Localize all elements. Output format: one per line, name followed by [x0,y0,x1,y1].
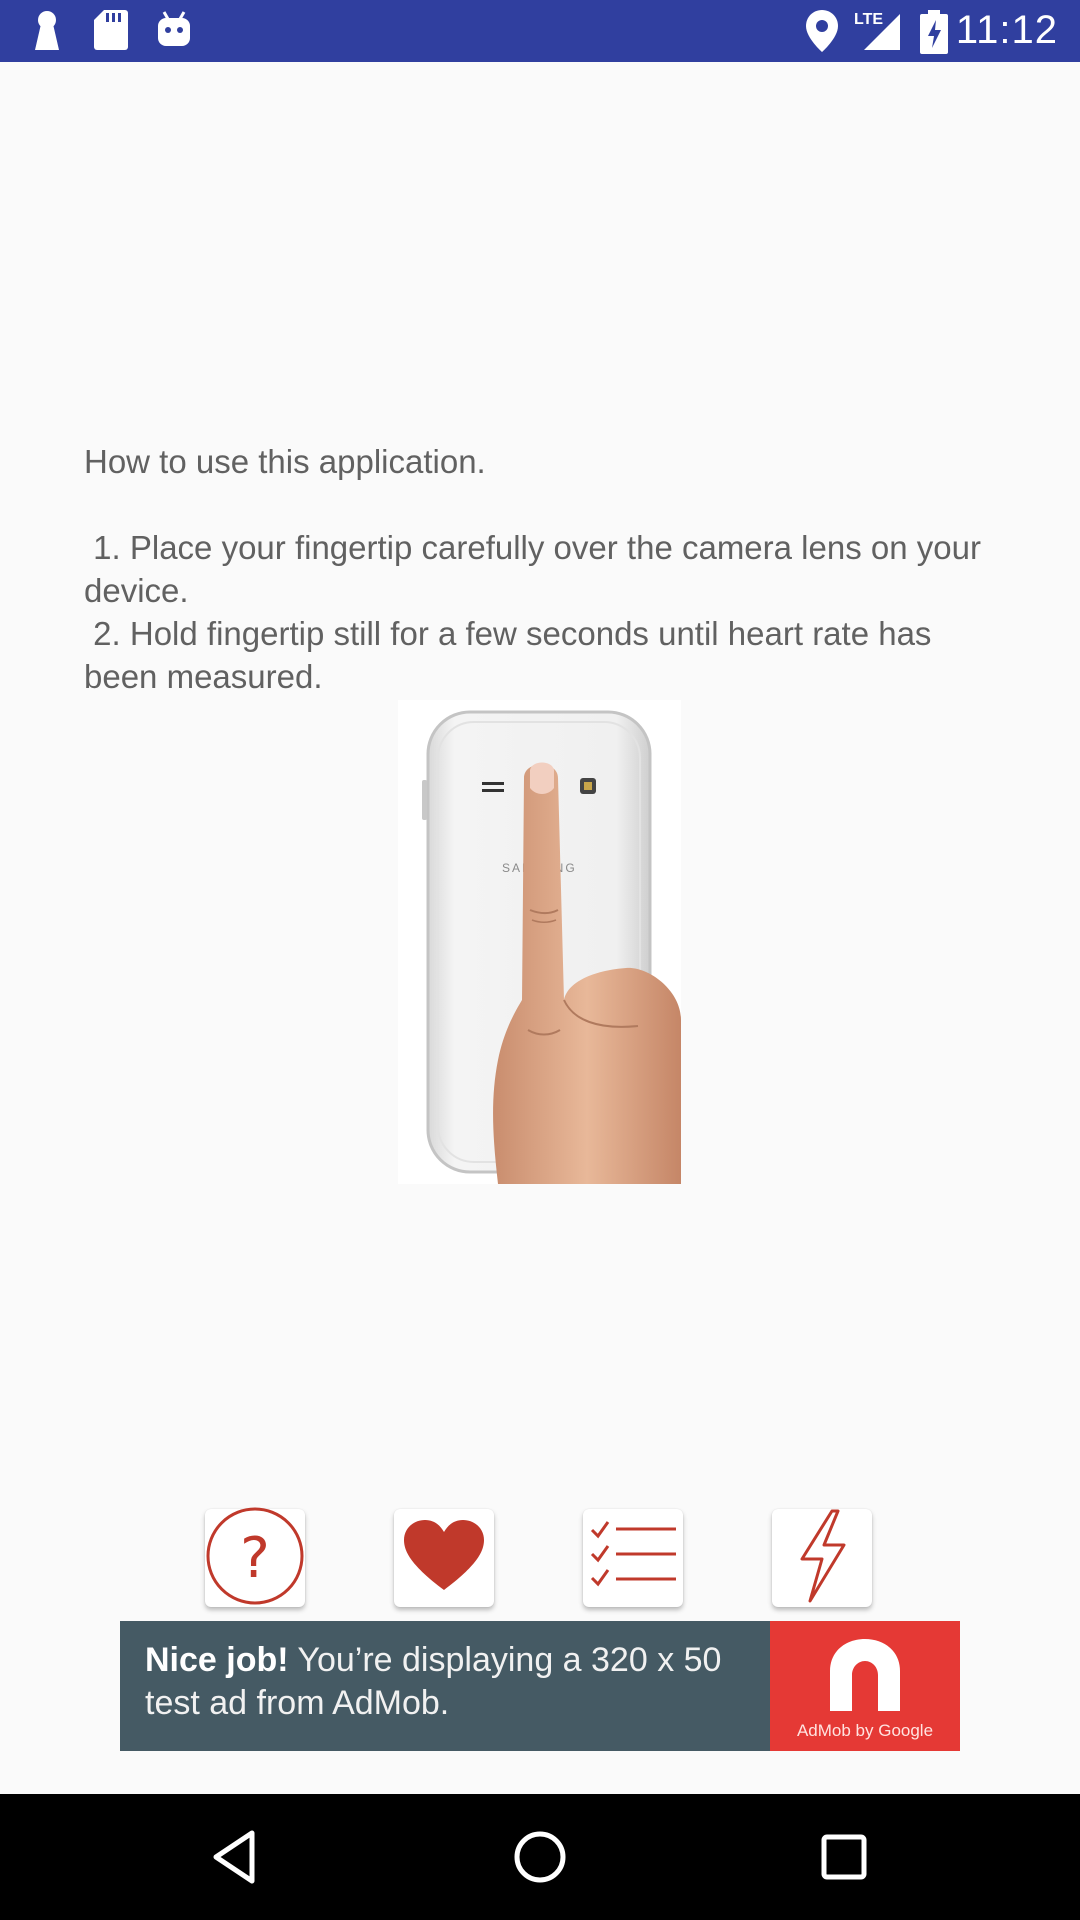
instruction-step-1: 1. Place your fingertip carefully over t… [84,529,991,609]
ad-text-bold: Nice job! [145,1641,289,1679]
checklist-icon [588,1516,678,1600]
admob-logo-panel: AdMob by Google [770,1621,960,1751]
admob-logo-caption: AdMob by Google [796,1721,934,1740]
heart-icon [404,1520,484,1596]
svg-text:?: ? [240,1526,270,1591]
battery-charging-icon [920,10,948,58]
ad-text: Nice job! You’re displaying a 320 x 50 t… [145,1639,765,1725]
recents-icon[interactable] [814,1827,874,1887]
question-circle-icon: ? [205,1507,305,1609]
instructions-heading: How to use this application. [84,443,486,480]
signal-icon: LTE [852,6,902,56]
measure-heart-rate-button[interactable] [394,1509,494,1607]
home-icon[interactable] [510,1827,570,1887]
finger-on-camera-illustration: SAMSUNG [398,700,681,1184]
admob-logo-icon [822,1635,908,1719]
android-icon [156,10,192,54]
keyhole-icon [32,10,62,56]
navigation-bar [0,1794,1080,1920]
sd-card-icon [94,10,128,54]
location-icon [806,10,838,56]
instruction-step-2: 2. Hold fingertip still for a few second… [84,615,941,695]
status-bar: LTE 11:12 [0,0,1080,62]
screen: LTE 11:12 How to use this application. 1… [0,0,1080,1920]
lightning-icon [792,1509,852,1607]
status-time: 11:12 [955,8,1058,52]
back-icon[interactable] [206,1827,266,1887]
flash-button[interactable] [772,1509,872,1607]
ad-banner[interactable]: Nice job! You’re displaying a 320 x 50 t… [120,1621,960,1751]
help-button[interactable]: ? [205,1507,305,1609]
network-label: LTE [854,11,883,28]
instructions-text: How to use this application. 1. Place yo… [84,440,1004,698]
history-button[interactable] [583,1509,683,1607]
